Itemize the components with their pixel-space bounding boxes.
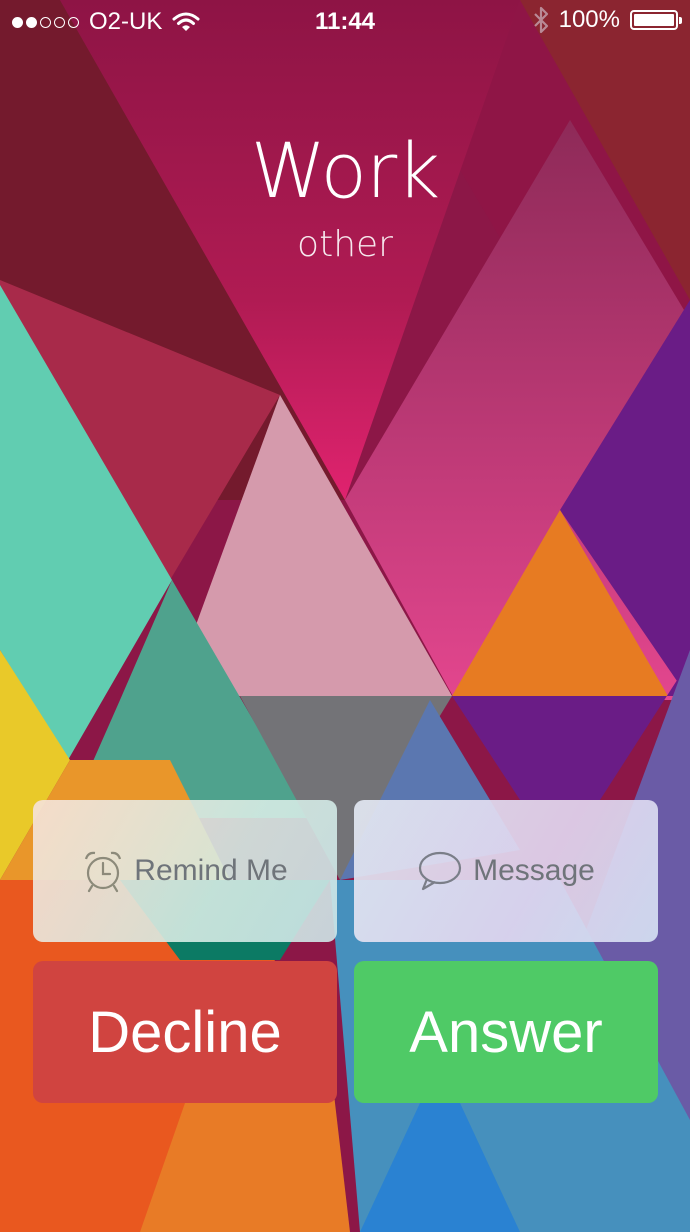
message-label: Message: [473, 854, 595, 887]
status-right: 100%: [533, 6, 682, 34]
answer-label: Answer: [409, 999, 603, 1065]
battery-icon: [630, 10, 682, 30]
battery-fill: [634, 14, 674, 26]
bluetooth-icon: [533, 6, 549, 34]
speech-bubble-icon: [417, 850, 463, 892]
status-bar: O2-UK 11:44 100%: [0, 0, 690, 44]
alarm-clock-icon: [82, 849, 124, 893]
caller-info: Work other: [0, 126, 690, 265]
caller-name: Work: [250, 126, 440, 215]
battery-percent: 100%: [558, 6, 620, 33]
answer-button[interactable]: Answer: [354, 961, 658, 1103]
remind-me-button[interactable]: Remind Me: [33, 800, 337, 942]
decline-button[interactable]: Decline: [33, 961, 337, 1103]
remind-me-label: Remind Me: [134, 854, 288, 887]
caller-label: other: [297, 224, 393, 265]
battery-nub: [679, 17, 682, 24]
message-button[interactable]: Message: [354, 800, 658, 942]
decline-label: Decline: [88, 999, 282, 1065]
